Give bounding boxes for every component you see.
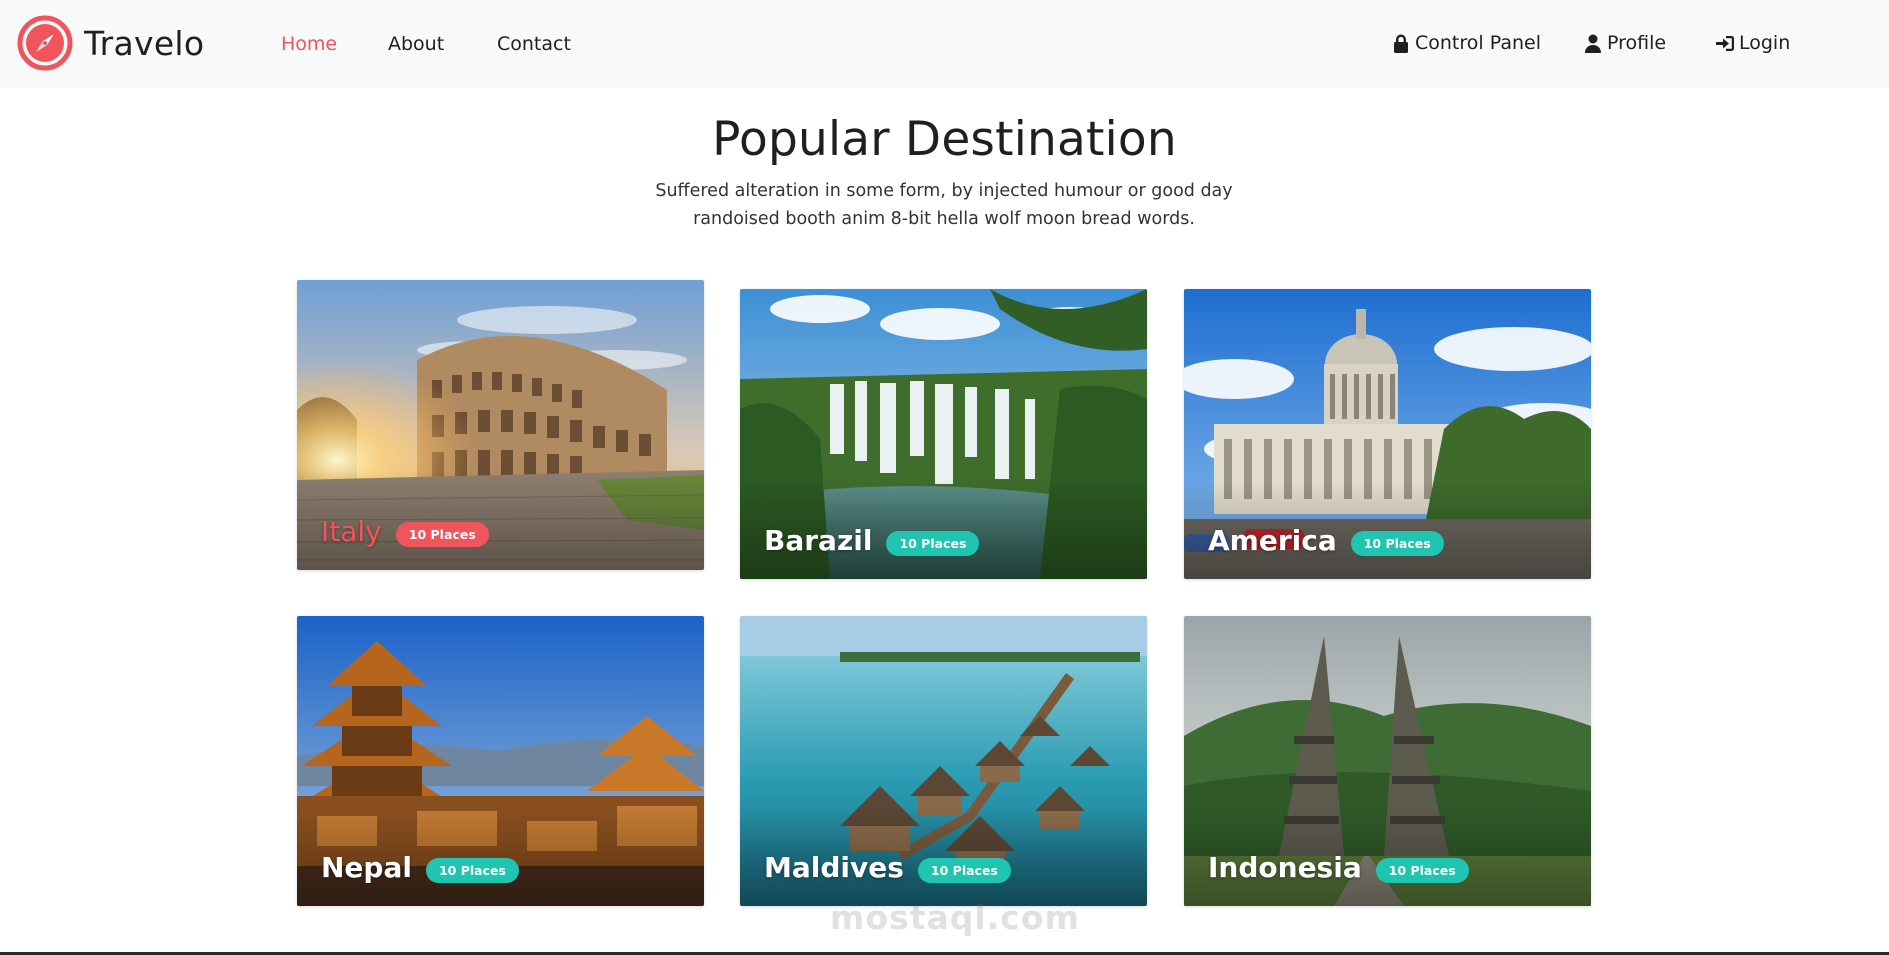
destination-card-indonesia[interactable]: Indonesia 10 Places — [1184, 616, 1591, 906]
watermark: mostaql.com — [830, 898, 1080, 937]
places-badge: 10 Places — [1375, 858, 1469, 883]
page-subtitle: Suffered alteration in some form, by inj… — [644, 177, 1244, 233]
places-badge: 10 Places — [395, 522, 489, 547]
profile-label: Profile — [1607, 32, 1667, 54]
login-icon — [1716, 35, 1734, 51]
compass-icon — [17, 15, 73, 71]
destination-card-italy[interactable]: Italy 10 Places — [297, 280, 704, 570]
destination-name: Maldives — [764, 851, 904, 884]
destination-name: Indonesia — [1208, 851, 1362, 884]
card-caption: Italy 10 Places — [321, 515, 489, 548]
card-caption: Maldives 10 Places — [764, 851, 1011, 884]
destination-card-maldives[interactable]: Maldives 10 Places — [740, 616, 1147, 906]
card-caption: Barazil 10 Places — [764, 524, 980, 557]
navbar: Travelo Home About Contact Control Panel… — [0, 0, 1889, 88]
control-panel-label: Control Panel — [1415, 32, 1541, 54]
nav-link-home[interactable]: Home — [281, 33, 337, 55]
destination-name: America — [1208, 524, 1337, 557]
login-link[interactable]: Login — [1716, 32, 1790, 54]
control-panel-link[interactable]: Control Panel — [1392, 32, 1541, 54]
subtitle-line-1: Suffered alteration in some form, by inj… — [655, 181, 1233, 201]
brand-logo[interactable]: Travelo — [16, 14, 204, 72]
places-badge: 10 Places — [917, 858, 1011, 883]
page-title: Popular Destination — [712, 112, 1177, 167]
user-icon — [1585, 34, 1601, 53]
subtitle-line-2: randoised booth anim 8-bit hella wolf mo… — [693, 209, 1195, 229]
brand-name: Travelo — [84, 23, 205, 63]
destination-card-nepal[interactable]: Nepal 10 Places — [297, 616, 704, 906]
places-badge: 10 Places — [425, 858, 519, 883]
nav-link-about[interactable]: About — [388, 33, 444, 55]
nav-link-contact[interactable]: Contact — [497, 33, 571, 55]
destination-name: Nepal — [321, 851, 412, 884]
card-caption: Nepal 10 Places — [321, 851, 519, 884]
login-label: Login — [1739, 32, 1791, 54]
destination-name: Italy — [321, 515, 382, 548]
destination-card-barazil[interactable]: Barazil 10 Places — [740, 289, 1147, 579]
lock-icon — [1394, 34, 1408, 53]
places-badge: 10 Places — [1350, 531, 1444, 556]
destination-card-america[interactable]: America 10 Places — [1184, 289, 1591, 579]
card-caption: Indonesia 10 Places — [1208, 851, 1469, 884]
card-caption: America 10 Places — [1208, 524, 1444, 557]
destination-name: Barazil — [764, 524, 873, 557]
profile-link[interactable]: Profile — [1584, 32, 1666, 54]
places-badge: 10 Places — [886, 531, 980, 556]
